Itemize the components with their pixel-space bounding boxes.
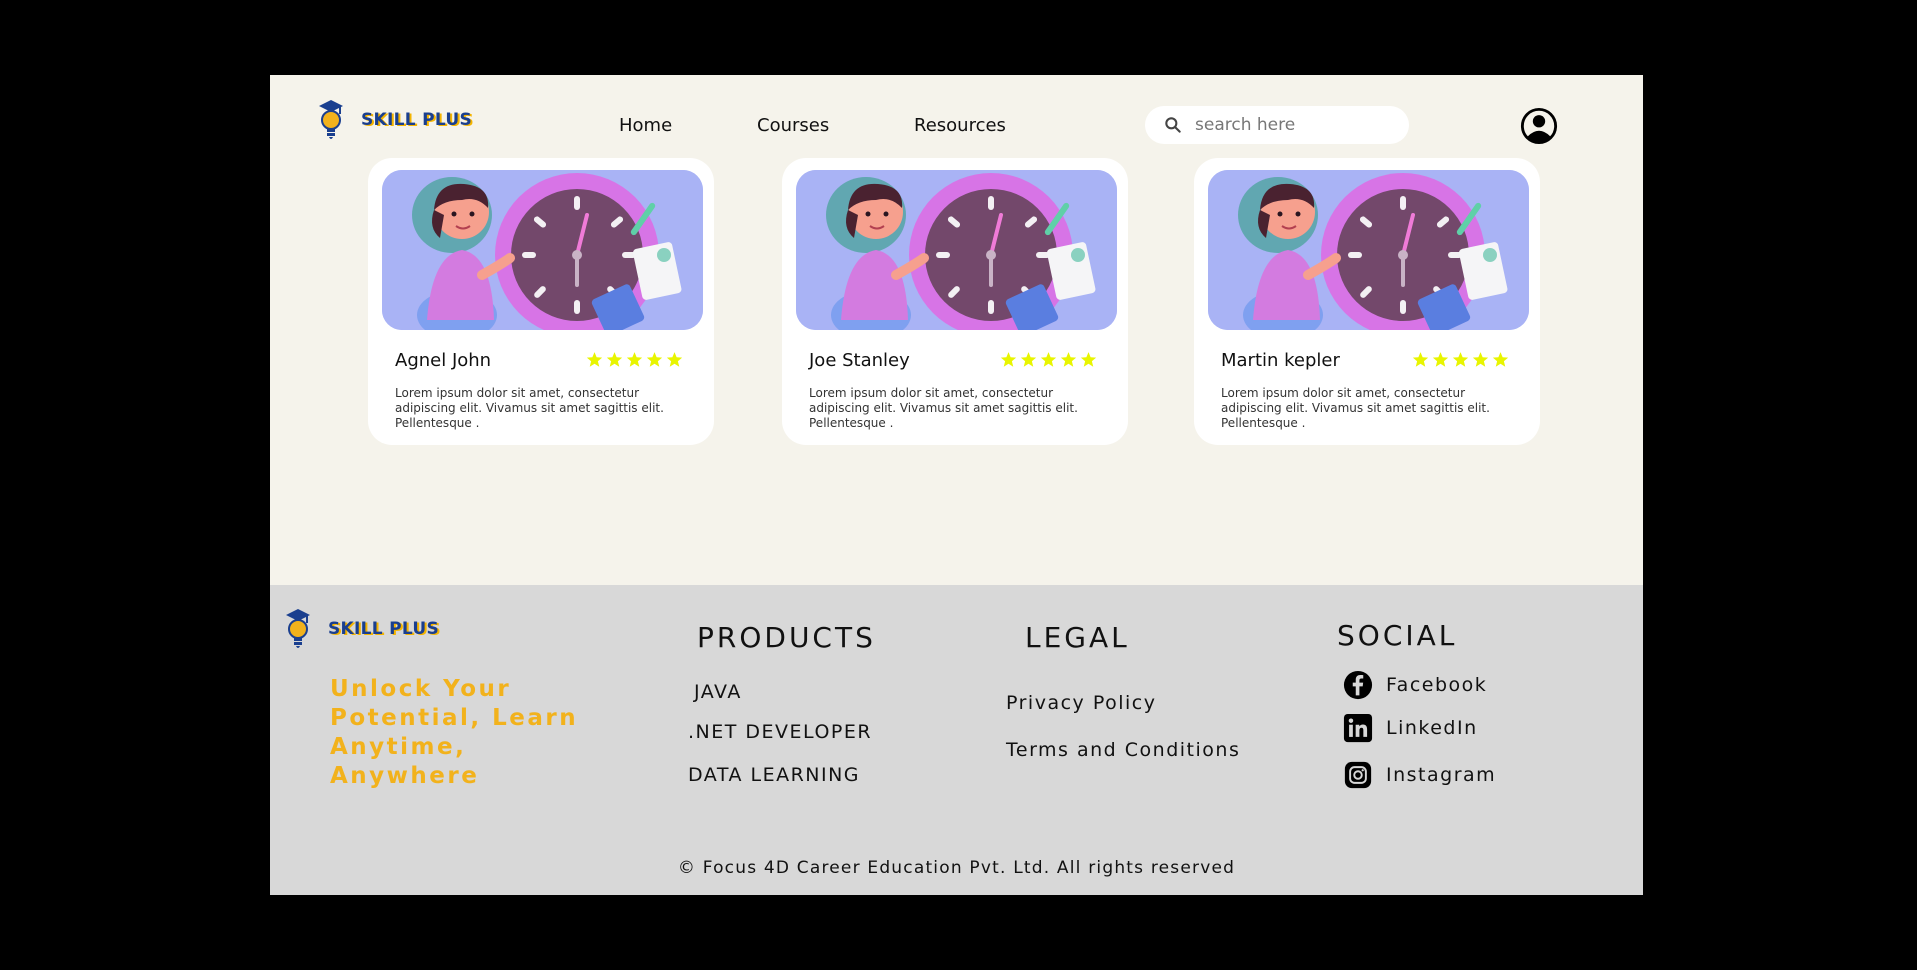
star-rating bbox=[1000, 351, 1097, 368]
footer: SKILL PLUS Unlock Your Potential, Learn … bbox=[270, 585, 1643, 895]
star-rating bbox=[586, 351, 683, 368]
search-icon bbox=[1165, 117, 1181, 133]
user-account-icon[interactable] bbox=[1520, 107, 1558, 145]
brand-name: SKILL PLUS bbox=[361, 110, 473, 130]
search-input[interactable] bbox=[1193, 114, 1397, 136]
linkedin-icon bbox=[1343, 713, 1373, 743]
star-icon bbox=[1492, 352, 1509, 367]
social-heading: SOCIAL bbox=[1337, 619, 1458, 652]
star-icon bbox=[1000, 352, 1017, 367]
star-icon bbox=[666, 352, 683, 367]
product-link-data-learning[interactable]: DATA LEARNING bbox=[688, 764, 860, 786]
nav-courses[interactable]: Courses bbox=[757, 115, 829, 136]
card-description: Lorem ipsum dolor sit amet, consectetur … bbox=[395, 386, 664, 430]
header-logo[interactable]: SKILL PLUS bbox=[315, 98, 472, 142]
footer-logo[interactable]: SKILL PLUS bbox=[282, 607, 439, 651]
social-facebook[interactable]: Facebook bbox=[1342, 669, 1487, 701]
card-illustration bbox=[796, 170, 1117, 330]
products-heading: PRODUCTS bbox=[697, 621, 876, 654]
card-illustration bbox=[382, 170, 703, 330]
legal-heading: LEGAL bbox=[1025, 621, 1130, 654]
bulb-logo-icon bbox=[319, 100, 343, 139]
star-icon bbox=[626, 352, 643, 367]
card-title: Agnel John bbox=[395, 350, 492, 371]
brand-name: SKILL PLUS bbox=[328, 619, 440, 639]
star-icon bbox=[586, 352, 603, 367]
star-icon bbox=[1452, 352, 1469, 367]
star-icon bbox=[606, 352, 623, 367]
social-instagram[interactable]: Instagram bbox=[1342, 759, 1496, 791]
star-icon bbox=[1040, 352, 1057, 367]
page: SKILL PLUS Home Courses Resources search… bbox=[270, 75, 1643, 895]
copyright-text: © Focus 4D Career Education Pvt. Ltd. Al… bbox=[677, 858, 1236, 878]
star-icon bbox=[646, 352, 663, 367]
instagram-icon bbox=[1344, 761, 1372, 789]
course-card[interactable]: Joe Stanley Lorem ipsum dolor sit amet, … bbox=[782, 158, 1128, 445]
star-icon bbox=[1432, 352, 1449, 367]
social-label: LinkedIn bbox=[1386, 717, 1478, 739]
star-icon bbox=[1472, 352, 1489, 367]
product-link-dotnet[interactable]: .NET DEVELOPER bbox=[688, 721, 872, 743]
nav-home[interactable]: Home bbox=[619, 115, 672, 136]
footer-tagline: Unlock Your Potential, Learn Anytime, An… bbox=[330, 676, 579, 789]
bulb-logo-icon bbox=[286, 609, 310, 648]
course-card[interactable]: Agnel John Lorem ipsum dolor sit amet, c… bbox=[368, 158, 714, 445]
star-icon bbox=[1020, 352, 1037, 367]
social-linkedin[interactable]: LinkedIn bbox=[1342, 712, 1478, 744]
social-label: Instagram bbox=[1386, 764, 1497, 786]
search-bar bbox=[1145, 106, 1409, 144]
card-description: Lorem ipsum dolor sit amet, consectetur … bbox=[809, 386, 1078, 430]
card-title: Martin kepler bbox=[1221, 350, 1340, 371]
star-icon bbox=[1060, 352, 1077, 367]
nav-resources[interactable]: Resources bbox=[914, 115, 1006, 136]
product-link-java[interactable]: JAVA bbox=[694, 681, 742, 703]
star-icon bbox=[1412, 352, 1429, 367]
card-description: Lorem ipsum dolor sit amet, consectetur … bbox=[1221, 386, 1490, 430]
star-rating bbox=[1412, 351, 1509, 368]
star-icon bbox=[1080, 352, 1097, 367]
social-label: Facebook bbox=[1386, 674, 1488, 696]
terms-link[interactable]: Terms and Conditions bbox=[1006, 739, 1240, 761]
card-title: Joe Stanley bbox=[809, 350, 910, 371]
course-card[interactable]: Martin kepler Lorem ipsum dolor sit amet… bbox=[1194, 158, 1540, 445]
facebook-icon bbox=[1343, 670, 1373, 700]
privacy-policy-link[interactable]: Privacy Policy bbox=[1006, 692, 1156, 714]
card-illustration bbox=[1208, 170, 1529, 330]
